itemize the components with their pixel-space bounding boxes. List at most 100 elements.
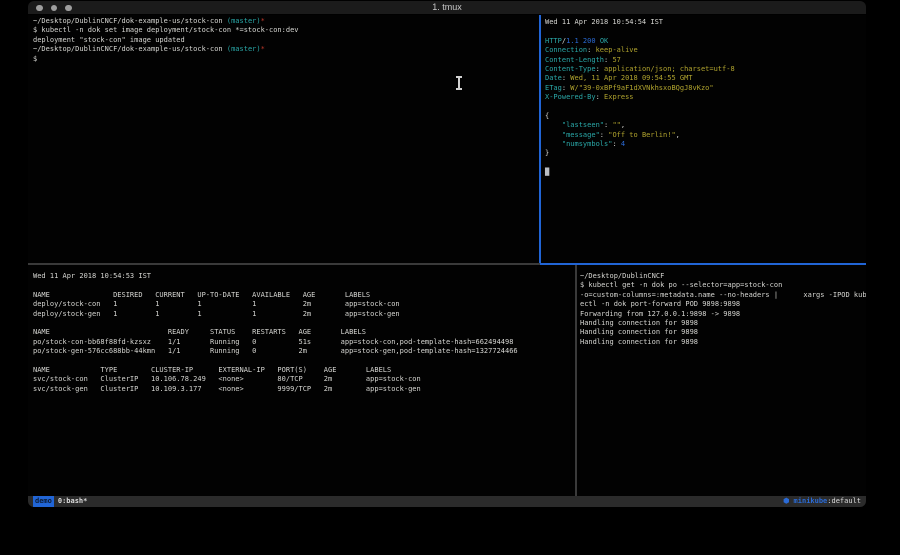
text-segment: Content-Length bbox=[545, 56, 604, 64]
text-segment: Handling connection for 9898 bbox=[580, 328, 698, 336]
text-segment: 4 bbox=[621, 140, 625, 148]
terminal-line: { bbox=[545, 112, 866, 121]
terminal-line bbox=[545, 27, 866, 36]
text-segment: (master) bbox=[227, 17, 261, 25]
text-segment: deployment "stock-con" image updated bbox=[33, 36, 185, 44]
text-segment: , bbox=[676, 131, 680, 139]
terminal-line: Content-Type: application/json; charset=… bbox=[545, 65, 866, 74]
title-bar[interactable]: 1. tmux bbox=[28, 1, 866, 15]
tmux-status-bar: demo 0:bash* ⬢ minikube :default bbox=[28, 496, 866, 507]
text-segment: Handling connection for 9898 bbox=[580, 338, 698, 346]
text-segment: 1.1 200 bbox=[566, 37, 596, 45]
text-segment: Express bbox=[604, 93, 634, 101]
text-segment: * bbox=[261, 45, 265, 53]
ibeam-bottom-serif bbox=[456, 88, 462, 90]
mouse-ibeam-cursor bbox=[455, 76, 463, 90]
terminal-line bbox=[33, 319, 578, 328]
text-segment: W/"39-0xBPf9aF1dXVNkhsxoBQgJ8vKzo" bbox=[570, 84, 713, 92]
terminal-line: Forwarding from 127.0.0.1:9898 -> 9898 bbox=[580, 310, 866, 319]
terminal-line: Connection: keep-alive bbox=[545, 46, 866, 55]
status-right: ⬢ minikube :default bbox=[783, 496, 861, 507]
terminal-line: "lastseen": "", bbox=[545, 121, 866, 130]
terminal-line: Wed 11 Apr 2018 10:54:53 IST bbox=[33, 272, 578, 281]
terminal-line: -o=custom-columns=:metadata.name --no-he… bbox=[580, 291, 866, 300]
text-segment: po/stock-gen-576cc688bb-44kmn 1/1 Runnin… bbox=[33, 347, 518, 355]
terminal-line: Handling connection for 9898 bbox=[580, 338, 866, 347]
text-segment: "message" bbox=[562, 131, 600, 139]
text-segment: (master) bbox=[227, 45, 261, 53]
text-segment: $ kubectl get -n dok po --selector=app=s… bbox=[580, 281, 782, 289]
text-segment: Connection bbox=[545, 46, 587, 54]
terminal-line: ~/Desktop/DublinCNCF/dok-example-us/stoc… bbox=[33, 45, 544, 54]
text-segment: HTTP bbox=[545, 37, 562, 45]
text-segment: } bbox=[545, 149, 549, 157]
terminal-window: 1. tmux ~/Desktop/DublinCNCF/dok-example… bbox=[28, 1, 866, 507]
terminal-line: ~/Desktop/DublinCNCF/dok-example-us/stoc… bbox=[33, 17, 544, 26]
text-segment: , bbox=[621, 121, 625, 129]
kube-namespace: :default bbox=[827, 496, 861, 507]
text-segment: $ kubectl -n dok set image deployment/st… bbox=[33, 26, 299, 34]
window-label[interactable]: 0:bash* bbox=[58, 496, 88, 507]
text-segment: po/stock-con-bb68f88fd-kzsxz 1/1 Running… bbox=[33, 338, 513, 346]
terminal-line: HTTP/1.1 200 OK bbox=[545, 37, 866, 46]
text-segment: Forwarding from 127.0.0.1:9898 -> 9898 bbox=[580, 310, 740, 318]
terminal-line: deploy/stock-gen 1 1 1 1 2m app=stock-ge… bbox=[33, 310, 578, 319]
text-segment: Date bbox=[545, 74, 562, 82]
text-segment: ectl -n dok port-forward POD 9898:9898 bbox=[580, 300, 740, 308]
terminal-line: $ kubectl get -n dok po --selector=app=s… bbox=[580, 281, 866, 290]
terminal-line: po/stock-con-bb68f88fd-kzsxz 1/1 Running… bbox=[33, 338, 578, 347]
terminal-line: ~/Desktop/DublinCNCF bbox=[580, 272, 866, 281]
text-segment: OK bbox=[600, 37, 608, 45]
terminal-line: X-Powered-By: Express bbox=[545, 93, 866, 102]
pane-kubectl-get-watch[interactable]: Wed 11 Apr 2018 10:54:53 IST NAME DESIRE… bbox=[28, 265, 578, 503]
terminal-line: deploy/stock-con 1 1 1 1 2m app=stock-co… bbox=[33, 300, 578, 309]
text-segment: NAME DESIRED CURRENT UP-TO-DATE AVAILABL… bbox=[33, 291, 370, 299]
kube-context: minikube bbox=[789, 496, 827, 507]
text-segment: : bbox=[596, 65, 604, 73]
pane-http-response-watch[interactable]: Wed 11 Apr 2018 10:54:54 IST HTTP/1.1 20… bbox=[541, 15, 866, 266]
text-segment: { bbox=[545, 112, 549, 120]
terminal-line: ETag: W/"39-0xBPf9aF1dXVNkhsxoBQgJ8vKzo" bbox=[545, 84, 866, 93]
text-segment: : bbox=[612, 140, 620, 148]
text-segment: X-Powered-By bbox=[545, 93, 596, 101]
window-title: 1. tmux bbox=[28, 2, 866, 12]
terminal-line: Handling connection for 9898 bbox=[580, 328, 866, 337]
terminal-line: NAME TYPE CLUSTER-IP EXTERNAL-IP PORT(S)… bbox=[33, 366, 578, 375]
text-segment: deploy/stock-con 1 1 1 1 2m app=stock-co… bbox=[33, 300, 400, 308]
text-segment: ~/Desktop/DublinCNCF bbox=[580, 272, 664, 280]
text-segment: "" bbox=[612, 121, 620, 129]
terminal-line: Content-Length: 57 bbox=[545, 56, 866, 65]
terminal-line bbox=[545, 103, 866, 112]
text-segment: ETag bbox=[545, 84, 562, 92]
terminal-line: Wed 11 Apr 2018 10:54:54 IST bbox=[545, 18, 866, 27]
tmux-pane-grid: ~/Desktop/DublinCNCF/dok-example-us/stoc… bbox=[28, 15, 866, 496]
desktop: 1. tmux ~/Desktop/DublinCNCF/dok-example… bbox=[0, 0, 900, 555]
terminal-line: svc/stock-gen ClusterIP 10.109.3.177 <no… bbox=[33, 385, 578, 394]
text-segment: $ bbox=[33, 55, 37, 63]
text-segment: "lastseen" bbox=[562, 121, 604, 129]
terminal-line: } bbox=[545, 149, 866, 158]
terminal-line: po/stock-gen-576cc688bb-44kmn 1/1 Runnin… bbox=[33, 347, 578, 356]
terminal-line: NAME READY STATUS RESTARTS AGE LABELS bbox=[33, 328, 578, 337]
text-segment: Content-Type bbox=[545, 65, 596, 73]
terminal-line bbox=[33, 357, 578, 366]
terminal-line: NAME DESIRED CURRENT UP-TO-DATE AVAILABL… bbox=[33, 291, 578, 300]
pane-shell-stock-con[interactable]: ~/Desktop/DublinCNCF/dok-example-us/stoc… bbox=[28, 15, 544, 265]
terminal-line: ectl -n dok port-forward POD 9898:9898 bbox=[580, 300, 866, 309]
text-segment bbox=[545, 140, 562, 148]
terminal-line: Date: Wed, 11 Apr 2018 09:54:55 GMT bbox=[545, 74, 866, 83]
terminal-line: deployment "stock-con" image updated bbox=[33, 36, 544, 45]
text-segment: : bbox=[596, 93, 604, 101]
terminal-line bbox=[33, 281, 578, 290]
terminal-line: $ kubectl -n dok set image deployment/st… bbox=[33, 26, 544, 35]
pane-port-forward[interactable]: ~/Desktop/DublinCNCF$ kubectl get -n dok… bbox=[577, 265, 866, 503]
text-segment: NAME TYPE CLUSTER-IP EXTERNAL-IP PORT(S)… bbox=[33, 366, 391, 374]
status-left: demo 0:bash* bbox=[33, 496, 87, 507]
text-segment: : bbox=[600, 131, 608, 139]
text-segment: ~/Desktop/DublinCNCF/dok-example-us/stoc… bbox=[33, 17, 227, 25]
session-name-badge[interactable]: demo bbox=[33, 496, 54, 507]
text-segment: svc/stock-con ClusterIP 10.106.78.249 <n… bbox=[33, 375, 421, 383]
text-segment: * bbox=[261, 17, 265, 25]
text-segment: Wed 11 Apr 2018 10:54:53 IST bbox=[33, 272, 151, 280]
block-cursor: █ bbox=[545, 168, 549, 176]
